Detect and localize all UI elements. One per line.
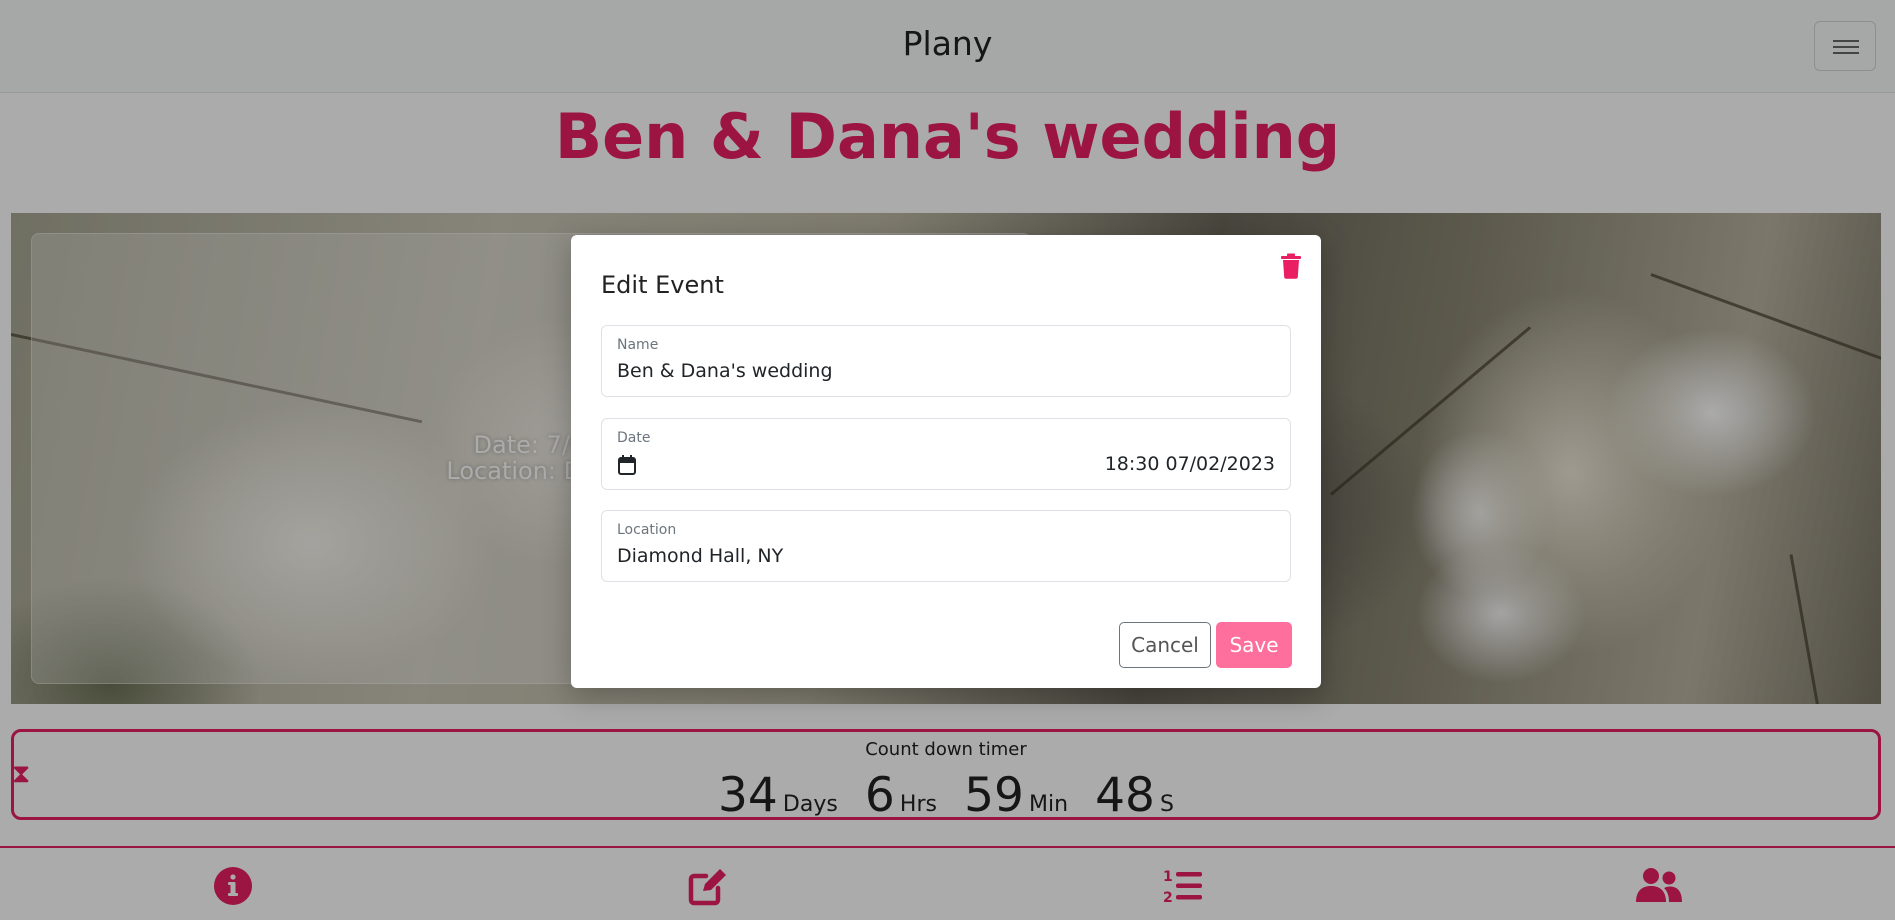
location-field-label: Location — [617, 522, 677, 538]
edit-event-modal: Edit Event Name Ben & Dana's wedding Dat… — [571, 235, 1321, 688]
location-field[interactable]: Location Diamond Hall, NY — [601, 510, 1291, 582]
modal-title: Edit Event — [601, 271, 724, 299]
trash-icon — [1281, 253, 1301, 279]
name-field[interactable]: Name Ben & Dana's wedding — [601, 325, 1291, 397]
save-button[interactable]: Save — [1216, 622, 1292, 668]
location-input[interactable]: Diamond Hall, NY — [617, 545, 1275, 567]
calendar-icon[interactable] — [618, 455, 636, 475]
date-field-label: Date — [617, 430, 651, 446]
date-input[interactable]: 18:30 07/02/2023 — [1105, 453, 1275, 475]
name-input[interactable]: Ben & Dana's wedding — [617, 360, 1275, 382]
cancel-button[interactable]: Cancel — [1119, 622, 1211, 668]
date-field[interactable]: Date 18:30 07/02/2023 — [601, 418, 1291, 490]
delete-event-button[interactable] — [1280, 253, 1302, 279]
name-field-label: Name — [617, 337, 659, 353]
